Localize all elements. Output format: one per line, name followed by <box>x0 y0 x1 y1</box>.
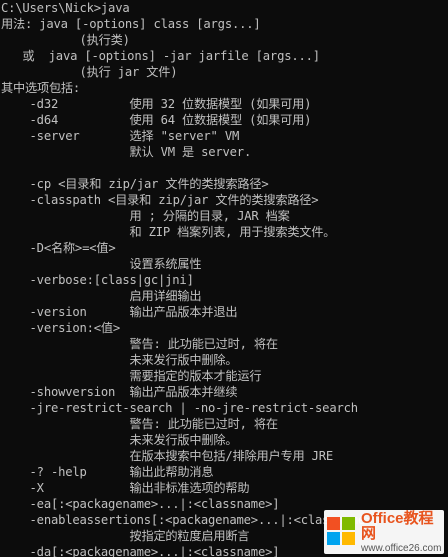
console-line: 用 ; 分隔的目录, JAR 档案 <box>1 209 290 223</box>
watermark-text: Office教程网 www.office26.com <box>361 511 444 554</box>
console-line: 需要指定的版本才能运行 <box>1 369 262 383</box>
logo-square-green <box>342 517 355 530</box>
watermark-title: Office教程网 <box>361 509 434 542</box>
console-line: 其中选项包括: <box>1 81 81 95</box>
console-line: 设置系统属性 <box>1 257 202 271</box>
console-line: -d32 使用 32 位数据模型 (如果可用) <box>1 97 312 111</box>
office-logo-icon <box>327 517 357 547</box>
logo-square-blue <box>327 532 340 545</box>
console-line: 或 java [-options] -jar jarfile [args...] <box>1 49 320 63</box>
console-line: -X 输出非标准选项的帮助 <box>1 481 250 495</box>
console-line: -D<名称>=<值> <box>1 241 116 255</box>
console-line: -verbose:[class|gc|jni] <box>1 273 194 287</box>
console-line: 未来发行版中删除。 <box>1 353 238 367</box>
watermark-url: www.office26.com <box>361 542 442 554</box>
console-line: -showversion 输出产品版本并继续 <box>1 385 238 399</box>
console-line: (执行 jar 文件) <box>1 65 178 79</box>
console-line: (执行类) <box>1 33 130 47</box>
console-line: -version 输出产品版本并退出 <box>1 305 238 319</box>
console-line: -server 选择 "server" VM <box>1 129 240 143</box>
console-window[interactable]: C:\Users\Nick>java 用法: java [-options] cl… <box>0 0 448 557</box>
console-line: -d64 使用 64 位数据模型 (如果可用) <box>1 113 312 127</box>
console-line: 警告: 此功能已过时, 将在 <box>1 417 278 431</box>
console-line: 在版本搜索中包括/排除用户专用 JRE <box>1 449 333 463</box>
console-line: -cp <目录和 zip/jar 文件的类搜索路径> <box>1 177 269 191</box>
console-line: -version:<值> <box>1 321 121 335</box>
console-line: 警告: 此功能已过时, 将在 <box>1 337 278 351</box>
console-output[interactable]: C:\Users\Nick>java 用法: java [-options] cl… <box>0 0 448 557</box>
console-line: 和 ZIP 档案列表, 用于搜索类文件。 <box>1 225 336 239</box>
console-line: 未来发行版中删除。 <box>1 433 238 447</box>
console-line: C:\Users\Nick>java <box>1 1 130 15</box>
console-line: 默认 VM 是 server. <box>1 145 252 159</box>
console-line: -? -help 输出此帮助消息 <box>1 465 214 479</box>
console-line: -classpath <目录和 zip/jar 文件的类搜索路径> <box>1 193 319 207</box>
console-line: 用法: java [-options] class [args...] <box>1 17 261 31</box>
console-line: -jre-restrict-search | -no-jre-restrict-… <box>1 401 359 415</box>
console-line: 启用详细输出 <box>1 289 202 303</box>
office26-watermark: Office教程网 www.office26.com <box>324 510 444 554</box>
logo-square-yellow <box>342 532 355 545</box>
logo-square-red <box>327 517 340 530</box>
